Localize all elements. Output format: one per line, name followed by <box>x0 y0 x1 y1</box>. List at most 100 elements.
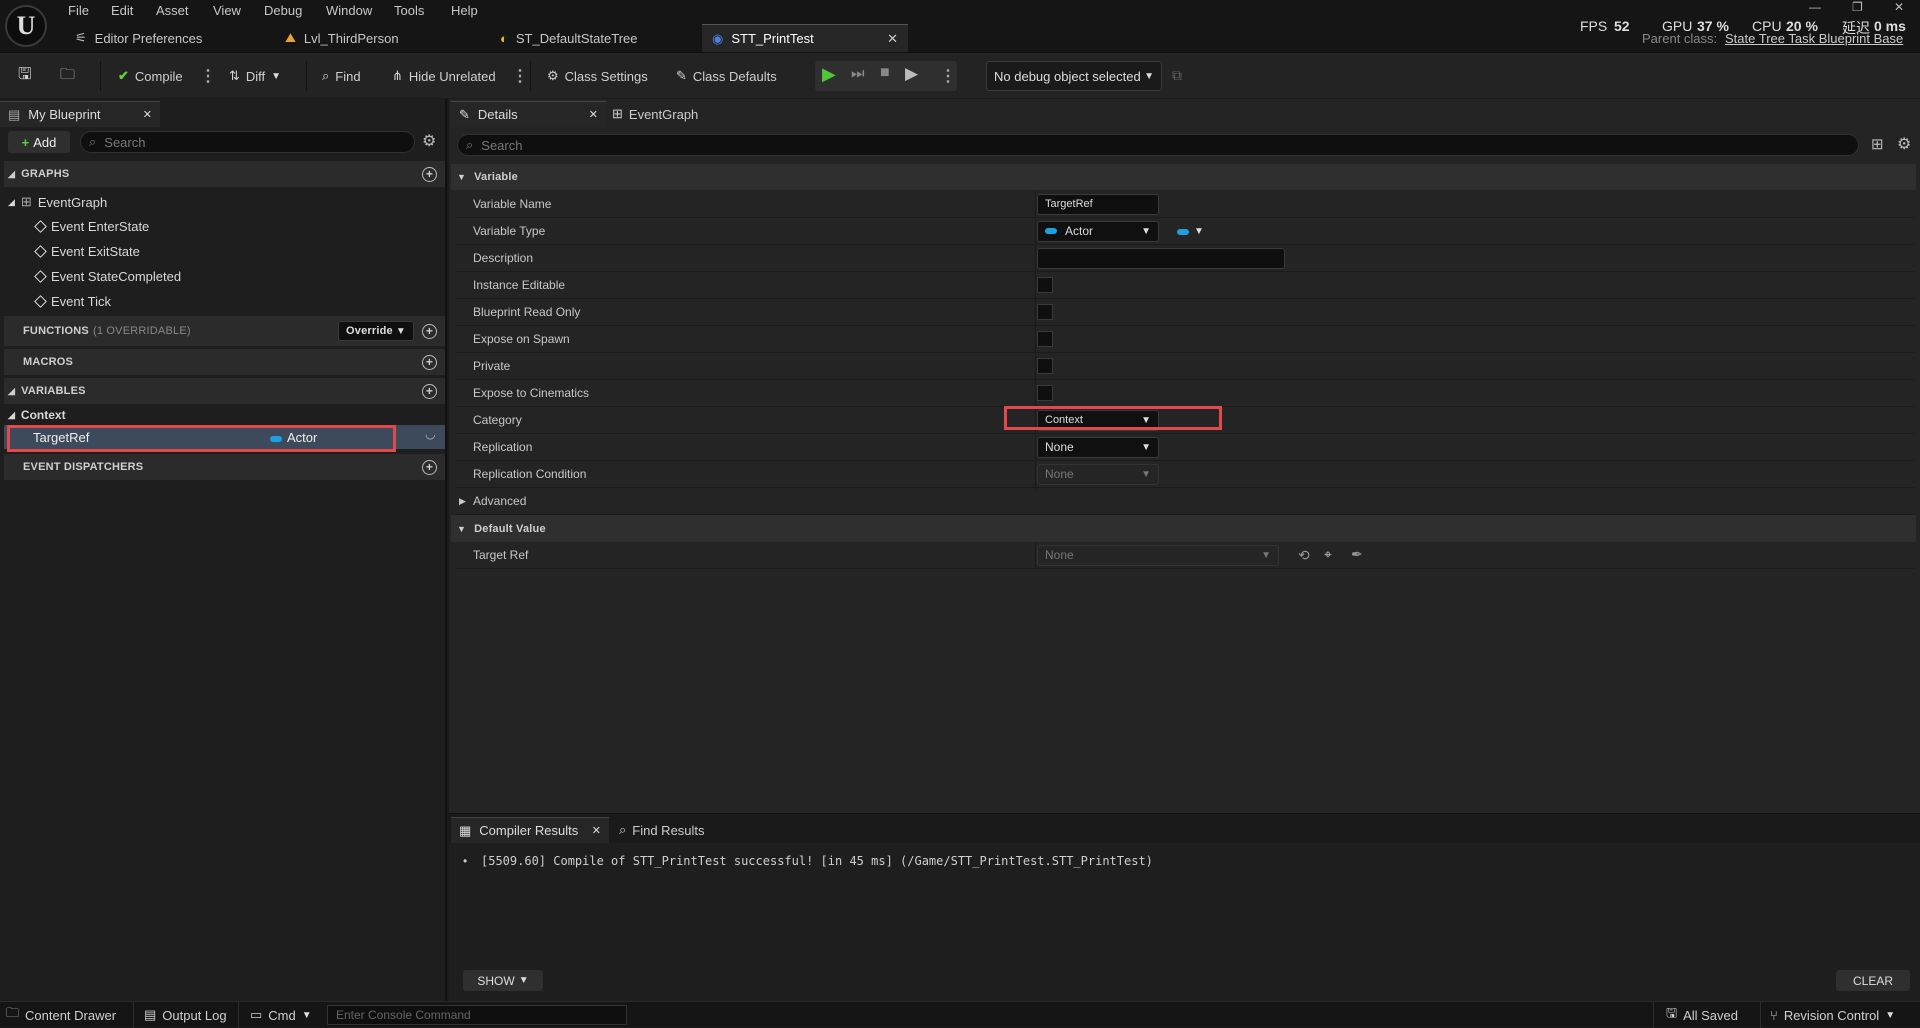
add-variable-icon[interactable]: + <box>422 383 437 399</box>
add-graph-icon[interactable]: + <box>422 166 437 182</box>
instance-editable-checkbox[interactable] <box>1037 277 1053 293</box>
graphs-section-header[interactable]: ◢ GRAPHS + <box>4 161 445 187</box>
macros-section-header[interactable]: MACROS + <box>4 349 445 375</box>
tab-find-results[interactable]: ⌕ Find Results <box>619 817 705 843</box>
table-view-icon[interactable]: ⊞ <box>1871 135 1884 153</box>
event-item[interactable]: Event EnterState <box>34 219 149 234</box>
replication-condition-dropdown[interactable]: None ▼ <box>1037 463 1159 485</box>
menu-asset[interactable]: Asset <box>156 3 189 18</box>
play-options-icon[interactable]: ⋮ <box>940 66 956 86</box>
cmd-dropdown[interactable]: ▭ Cmd ▼ <box>250 1002 312 1028</box>
tab-lvl-thirdperson[interactable]: ⛰ Lvl_ThirdPerson <box>275 24 485 52</box>
event-dispatchers-section-header[interactable]: EVENT DISPATCHERS + <box>4 454 445 480</box>
menu-help[interactable]: Help <box>451 3 478 18</box>
compile-options-icon[interactable]: ⋮ <box>200 66 216 86</box>
blueprint-read-only-checkbox[interactable] <box>1037 304 1053 320</box>
add-dispatcher-icon[interactable]: + <box>422 459 437 475</box>
tab-st-defaultstatetree[interactable]: ◐ ST_DefaultStateTree <box>490 24 700 52</box>
browse-icon[interactable]: ⌖ <box>1324 546 1332 563</box>
output-log-button[interactable]: ▤ Output Log <box>144 1002 227 1028</box>
variable-name-input[interactable]: TargetRef <box>1037 193 1159 215</box>
menu-tools[interactable]: Tools <box>394 3 424 18</box>
tab-compiler-results[interactable]: ▦ Compiler Results ✕ <box>451 817 609 843</box>
variables-section-header[interactable]: ◢ VARIABLES + <box>4 378 445 404</box>
tab-stt-printtest[interactable]: ◉ STT_PrintTest ✕ <box>702 24 908 52</box>
picker-icon[interactable]: ✒ <box>1351 546 1363 563</box>
restore-icon[interactable]: ❐ <box>1852 0 1863 14</box>
unreal-logo-icon[interactable]: U <box>5 5 47 47</box>
event-item[interactable]: Event ExitState <box>34 244 140 259</box>
target-ref-dropdown[interactable]: None ▼ <box>1037 544 1279 566</box>
chevron-down-icon[interactable]: ▼ <box>1194 226 1204 237</box>
expose-on-spawn-checkbox[interactable] <box>1037 331 1053 347</box>
close-icon[interactable]: ✕ <box>592 824 601 837</box>
advance-frame-icon[interactable]: ⏭ <box>851 65 865 82</box>
add-button[interactable]: + Add <box>8 131 70 153</box>
variable-type-dropdown[interactable]: Actor ▼ <box>1037 220 1159 242</box>
variable-category-context[interactable]: ◢ Context <box>8 408 66 422</box>
menu-edit[interactable]: Edit <box>111 3 133 18</box>
menu-window[interactable]: Window <box>326 3 372 18</box>
close-icon[interactable]: ✕ <box>887 31 898 47</box>
close-icon[interactable]: ✕ <box>589 108 598 121</box>
find-button[interactable]: ⌕ Find <box>318 61 365 91</box>
show-button[interactable]: SHOW ▼ <box>463 970 543 991</box>
actor-pin-icon <box>270 436 282 442</box>
compile-button[interactable]: ✔ Compile <box>114 61 187 91</box>
details-search-input[interactable]: ⌕ Search <box>457 134 1859 156</box>
event-item[interactable]: Event StateCompleted <box>34 269 181 284</box>
event-icon <box>34 295 47 308</box>
eventgraph-item[interactable]: ◢ ⊞ EventGraph <box>8 194 107 210</box>
row-advanced[interactable]: ▶ Advanced <box>455 488 1915 515</box>
functions-section-header[interactable]: FUNCTIONS (1 OVERRIDABLE) Override ▼ + <box>4 316 445 346</box>
private-checkbox[interactable] <box>1037 358 1053 374</box>
content-drawer-button[interactable]: 🗀 Content Drawer <box>6 1002 116 1028</box>
class-defaults-button[interactable]: ✎ Class Defaults <box>672 61 781 91</box>
replication-dropdown[interactable]: None ▼ <box>1037 436 1159 458</box>
parent-class-link[interactable]: State Tree Task Blueprint Base <box>1725 31 1903 46</box>
default-value-section-header[interactable]: ▼ Default Value <box>451 515 1916 542</box>
functions-header: FUNCTIONS <box>23 325 89 337</box>
fps-value: 52 <box>1614 18 1630 34</box>
debug-object-dropdown[interactable]: No debug object selected ▼ <box>986 61 1162 91</box>
find-label: Find <box>335 68 361 84</box>
menu-view[interactable]: View <box>213 3 241 18</box>
stop-icon[interactable]: ■ <box>880 64 890 82</box>
settings-gear-icon[interactable]: ⚙ <box>1897 134 1911 154</box>
menu-file[interactable]: File <box>68 3 89 18</box>
blueprint-search-input[interactable]: ⌕ Search <box>80 131 415 153</box>
macros-header: MACROS <box>23 356 74 368</box>
tab-eventgraph[interactable]: ⊞ EventGraph <box>612 101 698 127</box>
debug-filter-icon[interactable]: ⧉ <box>1172 67 1182 84</box>
save-button[interactable]: 🖫 <box>14 61 36 91</box>
hide-unrelated-options-icon[interactable]: ⋮ <box>512 66 528 86</box>
add-function-icon[interactable]: + <box>422 323 437 339</box>
expose-to-cinematics-checkbox[interactable] <box>1037 385 1053 401</box>
minimize-icon[interactable]: — <box>1809 0 1821 14</box>
hide-unrelated-button[interactable]: ⋔ Hide Unrelated <box>388 61 500 91</box>
override-dropdown[interactable]: Override ▼ <box>338 321 414 341</box>
diff-button[interactable]: ⇅ Diff ▼ <box>225 61 285 91</box>
tab-my-blueprint[interactable]: ▤ My Blueprint ✕ <box>0 101 160 127</box>
settings-gear-icon[interactable]: ⚙ <box>422 131 436 151</box>
browse-button[interactable]: 🗀 <box>56 61 79 91</box>
console-command-input[interactable]: Enter Console Command <box>327 1005 627 1025</box>
add-macro-icon[interactable]: + <box>422 354 437 370</box>
visibility-eye-icon[interactable]: ◡ <box>425 427 435 441</box>
event-item[interactable]: Event Tick <box>34 294 111 309</box>
use-selected-icon[interactable]: ⟲ <box>1298 547 1310 564</box>
description-input[interactable] <box>1037 247 1285 269</box>
clear-button[interactable]: CLEAR <box>1836 970 1910 991</box>
class-settings-button[interactable]: ⚙ Class Settings <box>543 61 652 91</box>
window-close-icon[interactable]: ✕ <box>1894 0 1904 14</box>
container-type-icon[interactable] <box>1177 229 1189 235</box>
close-icon[interactable]: ✕ <box>143 108 152 121</box>
tab-details[interactable]: ✎ Details ✕ <box>451 101 606 127</box>
menu-debug[interactable]: Debug <box>264 3 302 18</box>
tab-editor-preferences[interactable]: ⚟ Editor Preferences <box>65 24 275 52</box>
all-saved-button[interactable]: 🖫 All Saved <box>1666 1002 1738 1028</box>
eject-icon[interactable]: ▶ <box>905 64 918 84</box>
play-icon[interactable]: ▶ <box>822 64 836 85</box>
revision-control-button[interactable]: ⑂ Revision Control ▼ <box>1770 1002 1895 1028</box>
variable-section-header[interactable]: ▼ Variable <box>451 164 1916 190</box>
